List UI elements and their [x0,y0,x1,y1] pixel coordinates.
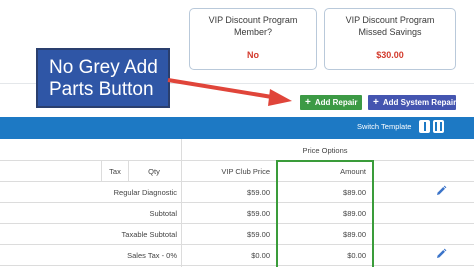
amount-column-highlight [276,160,374,267]
vip-savings-title: VIP Discount Program Missed Savings [345,15,435,37]
double-column-icon [435,122,437,131]
vip-savings-value: $30.00 [376,50,404,60]
template-single-button[interactable] [419,120,430,133]
row-vip-price: $59.00 [247,209,270,218]
qty-column-header: Qty [148,167,160,176]
vip-price-column-header: VIP Club Price [221,167,270,176]
callout-line-1: No Grey Add [49,57,158,78]
single-column-icon [423,122,426,131]
row-vip-price: $0.00 [251,251,270,260]
plus-icon: + [305,96,311,108]
annotation-arrow-icon [167,78,292,106]
row-vip-price: $59.00 [247,230,270,239]
row-label: Sales Tax - 0% [127,251,177,260]
add-repair-button[interactable]: + Add Repair [300,95,362,110]
switch-template-label: Switch Template [357,122,412,131]
vip-member-title: VIP Discount Program Member? [208,15,298,37]
vip-member-value: No [247,50,259,60]
tax-column-header: Tax [109,167,121,176]
add-repair-label: Add Repair [314,98,358,107]
price-table [0,139,474,267]
row-label: Regular Diagnostic [113,188,177,197]
row-label: Taxable Subtotal [121,230,177,239]
edit-pencil-icon[interactable] [435,185,447,197]
edit-pencil-icon[interactable] [435,248,447,260]
add-system-repair-label: Add System Repair [382,98,457,107]
row-label: Subtotal [149,209,177,218]
callout-line-2: Parts Button [49,79,154,100]
add-system-repair-button[interactable]: + Add System Repair [368,95,456,110]
template-double-button[interactable] [433,120,444,133]
annotation-callout: No Grey Add Parts Button [36,48,170,108]
plus-icon: + [373,96,379,108]
price-options-header: Price Options [302,146,348,155]
vip-savings-card: VIP Discount Program Missed Savings $30.… [324,8,456,70]
row-vip-price: $59.00 [247,188,270,197]
vip-member-card: VIP Discount Program Member? No [189,8,317,70]
repair-order-screen: VIP Discount Program Member? No VIP Disc… [0,0,474,267]
